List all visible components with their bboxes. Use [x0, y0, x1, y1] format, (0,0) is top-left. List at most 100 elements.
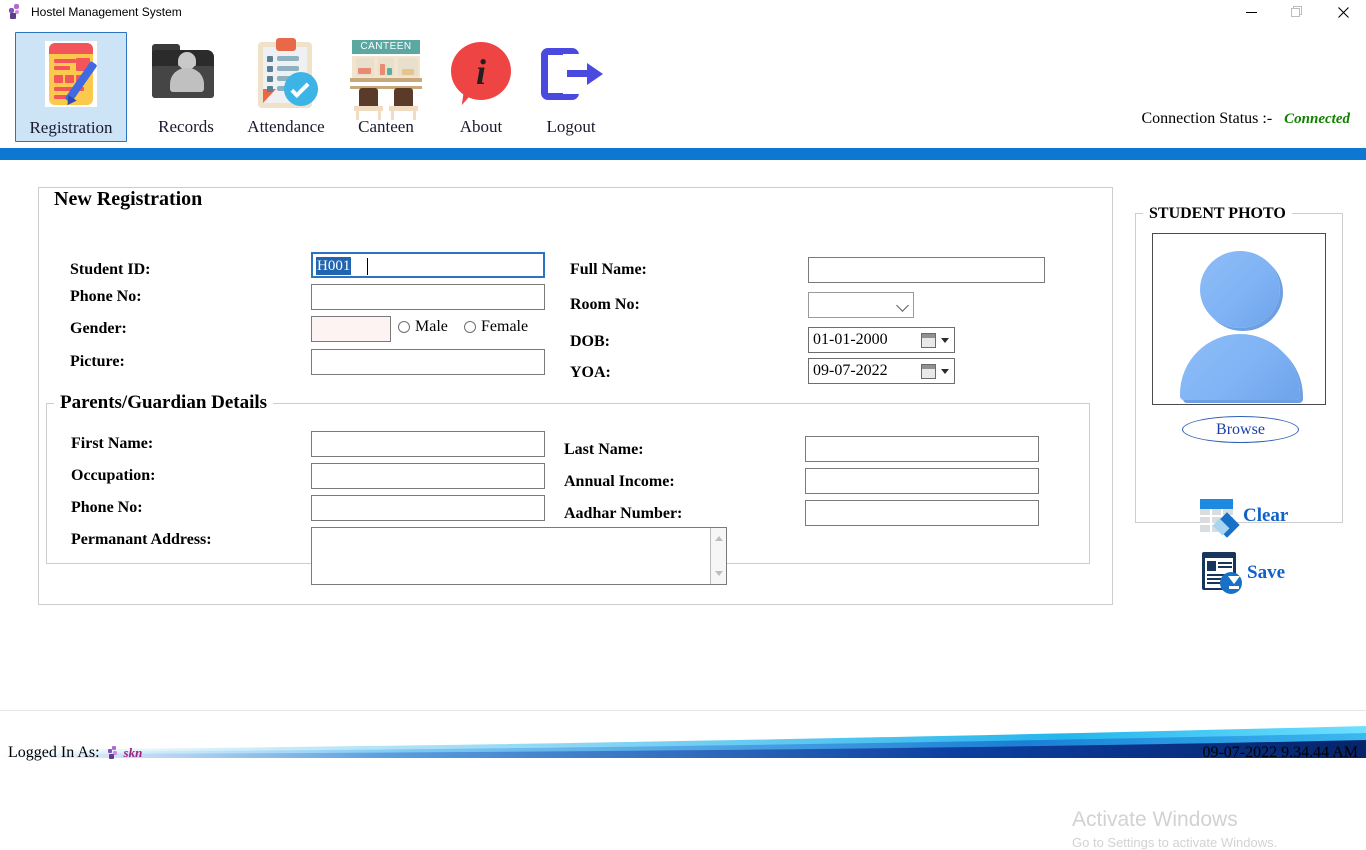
header-divider: [0, 148, 1366, 160]
user-icon: [106, 746, 120, 760]
radio-female-button[interactable]: [464, 321, 476, 333]
label-annual-income: Annual Income:: [564, 473, 675, 490]
toolbar-label-about: About: [459, 117, 503, 136]
status-datetime: 09-07-2022 9.34.44 AM: [1202, 744, 1358, 761]
save-button[interactable]: Save: [1200, 550, 1285, 596]
minimize-icon[interactable]: [1228, 0, 1274, 24]
toolbar-label-records: Records: [158, 117, 214, 136]
clear-button-label: Clear: [1243, 505, 1289, 526]
watermark-subtitle: Go to Settings to activate Windows.: [1072, 835, 1278, 850]
label-room-no: Room No:: [570, 296, 640, 313]
radio-female[interactable]: Female: [464, 318, 528, 336]
watermark-title: Activate Windows: [1072, 808, 1238, 831]
permanent-address-textarea[interactable]: [311, 527, 727, 585]
app-icon: [7, 4, 23, 20]
toolbar-item-registration[interactable]: Registration: [15, 32, 127, 142]
windows-activation-watermark: Activate Windows Go to Settings to activ…: [1072, 808, 1277, 850]
label-yoa: YOA:: [570, 364, 611, 381]
radio-male-button[interactable]: [398, 321, 410, 333]
decorative-wave: [0, 726, 1366, 758]
scroll-down-icon[interactable]: [715, 571, 723, 576]
aadhar-number-input[interactable]: [805, 500, 1039, 526]
default-avatar-body-icon: [1180, 334, 1300, 400]
label-student-id: Student ID:: [70, 261, 151, 278]
save-download-icon: [1200, 550, 1244, 596]
student-photo-preview[interactable]: [1152, 233, 1326, 405]
records-folder-icon: [146, 36, 226, 116]
full-name-input[interactable]: [808, 257, 1045, 283]
logged-in-label: Logged In As:: [8, 744, 100, 761]
room-no-select[interactable]: [808, 292, 914, 318]
calendar-icon: [921, 364, 936, 379]
parents-guardian-legend: Parents/Guardian Details: [54, 392, 274, 414]
clear-eraser-icon: [1200, 495, 1240, 538]
chevron-down-icon: [941, 369, 949, 374]
label-gender: Gender:: [70, 320, 127, 337]
calendar-icon: [921, 333, 936, 348]
dob-datepicker[interactable]: 01-01-2000: [808, 327, 955, 353]
parent-phone-no-input[interactable]: [311, 495, 545, 521]
scrollbar-vertical[interactable]: [710, 528, 726, 584]
toolbar-label-logout: Logout: [546, 117, 596, 136]
dob-value: 01-01-2000: [813, 331, 888, 348]
label-dob: DOB:: [570, 333, 610, 350]
registration-icon: [31, 37, 111, 117]
gender-input[interactable]: [311, 316, 391, 342]
toolbar-label-attendance: Attendance: [247, 117, 325, 136]
last-name-input[interactable]: [805, 436, 1039, 462]
toolbar-label-canteen: Canteen: [358, 117, 414, 136]
logged-in-username: skn: [123, 745, 143, 760]
browse-button[interactable]: Browse: [1182, 416, 1299, 443]
clear-button[interactable]: Clear: [1200, 495, 1289, 538]
logout-icon: [531, 36, 611, 116]
main-toolbar: Registration Records Attendance CANTEEN …: [0, 24, 1366, 148]
window-controls: [1228, 0, 1366, 24]
radio-male-label: Male: [415, 318, 448, 335]
radio-female-label: Female: [481, 318, 529, 335]
connection-status-label: Connection Status :-: [1141, 110, 1273, 127]
canteen-sign-text: CANTEEN: [360, 41, 412, 52]
connection-status: Connection Status :- Connected: [1142, 110, 1351, 128]
close-icon[interactable]: [1320, 0, 1366, 24]
label-full-name: Full Name:: [570, 261, 647, 278]
text-caret: [367, 258, 368, 275]
toolbar-item-attendance[interactable]: Attendance: [230, 32, 342, 142]
label-occupation: Occupation:: [71, 467, 156, 484]
chevron-down-icon: [896, 299, 909, 312]
save-button-label: Save: [1247, 562, 1285, 583]
toolbar-item-records[interactable]: Records: [130, 32, 242, 142]
student-id-value: H001: [316, 257, 352, 275]
student-id-input[interactable]: H001: [311, 252, 545, 278]
toolbar-label-registration: Registration: [29, 118, 113, 137]
connection-status-value: Connected: [1284, 111, 1350, 127]
student-photo-legend: STUDENT PHOTO: [1143, 205, 1292, 223]
registration-form-panel: New Registration Student ID: Phone No: G…: [0, 160, 1366, 850]
label-last-name: Last Name:: [564, 441, 644, 458]
phone-no-input[interactable]: [311, 284, 545, 310]
yoa-datepicker[interactable]: 09-07-2022: [808, 358, 955, 384]
label-parent-phone-no: Phone No:: [71, 499, 143, 516]
first-name-input[interactable]: [311, 431, 545, 457]
annual-income-input[interactable]: [805, 468, 1039, 494]
about-info-icon: i: [441, 36, 521, 116]
label-picture: Picture:: [70, 353, 125, 370]
toolbar-item-logout[interactable]: Logout: [515, 32, 627, 142]
logged-in-status: Logged In As: skn: [8, 744, 142, 762]
scroll-up-icon[interactable]: [715, 536, 723, 541]
maximize-icon[interactable]: [1274, 0, 1320, 24]
status-bar: Logged In As: skn 09-07-2022 9.34.44 AM: [0, 710, 1366, 768]
picture-input[interactable]: [311, 349, 545, 375]
canteen-icon: CANTEEN: [346, 36, 426, 120]
label-phone-no: Phone No:: [70, 288, 142, 305]
label-first-name: First Name:: [71, 435, 154, 452]
attendance-clipboard-icon: [246, 36, 326, 116]
browse-button-label: Browse: [1216, 420, 1265, 438]
yoa-value: 09-07-2022: [813, 362, 888, 379]
new-registration-legend: New Registration: [48, 188, 209, 211]
occupation-input[interactable]: [311, 463, 545, 489]
radio-male[interactable]: Male: [398, 318, 448, 336]
chevron-down-icon: [941, 338, 949, 343]
title-bar: Hostel Management System: [0, 0, 1366, 24]
label-aadhar-number: Aadhar Number:: [564, 505, 683, 522]
label-permanent-address: Permanant Address:: [71, 531, 212, 548]
